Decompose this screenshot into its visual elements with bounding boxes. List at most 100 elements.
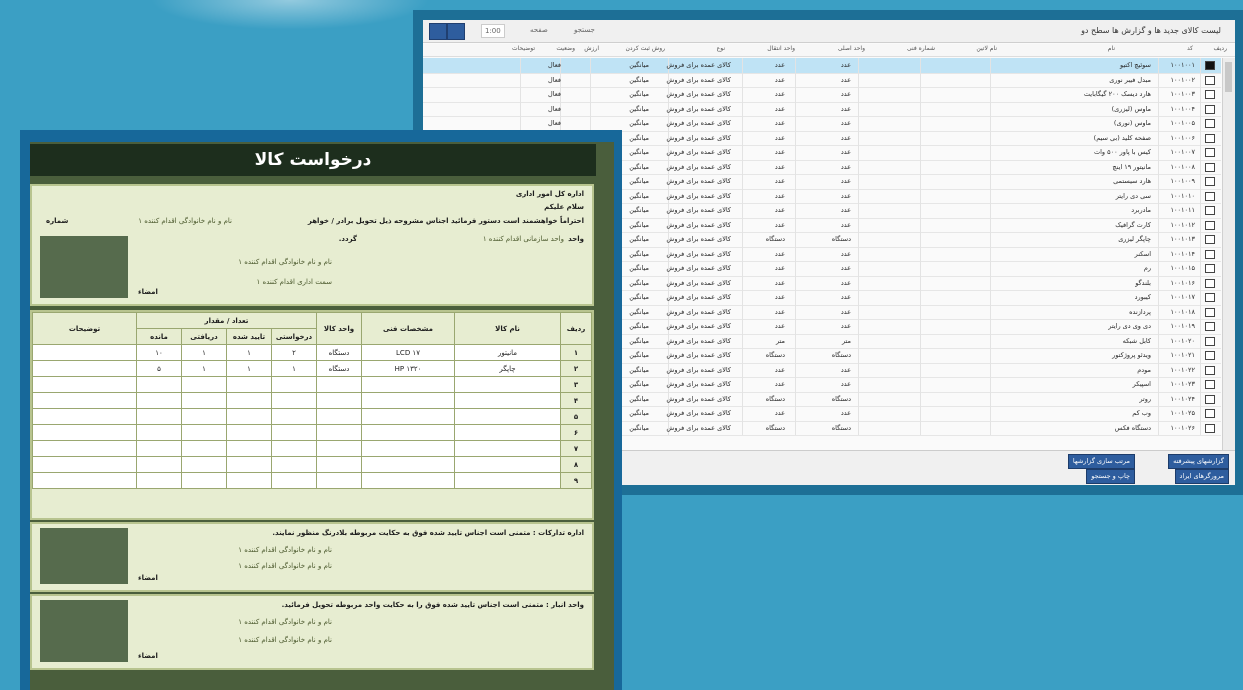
row-icon[interactable] [1205, 119, 1215, 128]
row-icon[interactable] [1205, 307, 1215, 317]
col-header[interactable]: روش ثبت کردن [625, 45, 665, 52]
cell-unit[interactable] [316, 456, 362, 473]
cell-received[interactable] [181, 376, 227, 393]
cell-name[interactable] [454, 408, 561, 425]
cell-unit[interactable] [316, 424, 362, 441]
row-icon[interactable] [1205, 104, 1215, 114]
cell-req[interactable] [271, 440, 317, 457]
cell-req[interactable] [271, 376, 317, 393]
cell-remain[interactable] [136, 392, 182, 409]
print-icon[interactable] [429, 23, 447, 40]
cell-spec[interactable] [361, 456, 455, 473]
col-header[interactable]: نوع [717, 45, 725, 52]
cell-received[interactable]: ۱ [181, 344, 227, 361]
col-header[interactable]: نام [1108, 45, 1115, 52]
scroll-thumb[interactable] [1225, 62, 1232, 92]
cell-desc[interactable] [32, 408, 137, 425]
cell-approved[interactable] [226, 392, 272, 409]
list-row[interactable]: ۱۰۰۱۰۰۴ ماوس (لیزری) عدد عدد کالای عمده برای… [423, 101, 1221, 117]
cell-desc[interactable] [32, 376, 137, 393]
cell-req[interactable] [271, 392, 317, 409]
row-icon[interactable] [1205, 322, 1215, 331]
cell-spec[interactable] [361, 392, 455, 409]
list-row[interactable]: ۱۰۰۱۰۰۱ سوئیچ اکتیو عدد عدد کالای عمده برای … [423, 58, 1221, 74]
row-icon[interactable] [1205, 90, 1215, 99]
cell-desc[interactable] [32, 440, 137, 457]
cell-approved[interactable] [226, 440, 272, 457]
list-row[interactable]: ۱۰۰۱۰۰۲ مبدل فیبر نوری عدد عدد کالای عمده بر… [423, 72, 1221, 88]
row-icon[interactable] [1205, 365, 1215, 375]
cell-spec[interactable] [361, 472, 455, 489]
cell-received[interactable] [181, 392, 227, 409]
col-header[interactable]: نام لاتین [976, 45, 997, 52]
col-header[interactable]: واحد اصلی [838, 45, 865, 52]
cell-spec[interactable] [361, 424, 455, 441]
cell-remain[interactable]: ۵ [136, 360, 182, 377]
row-icon[interactable] [1205, 162, 1215, 172]
row-icon[interactable] [1205, 336, 1215, 346]
cell-req[interactable] [271, 472, 317, 489]
cell-approved[interactable] [226, 456, 272, 473]
row-icon[interactable] [1205, 278, 1215, 288]
cell-desc[interactable] [32, 424, 137, 441]
sort-reports-button[interactable]: مرتب سازی گزارشها [1067, 454, 1135, 469]
col-header[interactable]: توضیحات [512, 45, 535, 52]
cell-desc[interactable] [32, 472, 137, 489]
cell-remain[interactable] [136, 376, 182, 393]
row-icon[interactable] [1205, 61, 1215, 70]
unit-value[interactable]: واحد سازمانی اقدام کننده ۱ [483, 235, 564, 243]
cell-received[interactable]: ۱ [181, 360, 227, 377]
cell-req[interactable]: ۲ [271, 344, 317, 361]
row-icon[interactable] [1205, 235, 1215, 244]
cell-remain[interactable] [136, 408, 182, 425]
cell-req[interactable] [271, 456, 317, 473]
cell-remain[interactable]: ۱۰ [136, 344, 182, 361]
cell-received[interactable] [181, 424, 227, 441]
row-icon[interactable] [1205, 148, 1215, 157]
cell-approved[interactable] [226, 376, 272, 393]
row-icon[interactable] [1205, 380, 1215, 389]
cell-spec[interactable] [361, 440, 455, 457]
cell-req[interactable] [271, 424, 317, 441]
export-icon[interactable] [447, 23, 465, 40]
cell-unit[interactable]: دستگاه [316, 360, 362, 377]
cell-name[interactable] [454, 424, 561, 441]
page-field[interactable]: 1:00 [481, 24, 505, 38]
cell-unit[interactable] [316, 392, 362, 409]
cell-approved[interactable] [226, 472, 272, 489]
row-icon[interactable] [1205, 249, 1215, 259]
cell-unit[interactable] [316, 472, 362, 489]
cell-name[interactable] [454, 472, 561, 489]
row-icon[interactable] [1205, 293, 1215, 302]
history-button[interactable]: مرورگرهای ایراد [1174, 469, 1229, 484]
cell-remain[interactable] [136, 440, 182, 457]
cell-unit[interactable]: دستگاه [316, 344, 362, 361]
cell-received[interactable] [181, 408, 227, 425]
cell-name[interactable] [454, 440, 561, 457]
cell-spec[interactable]: HP ۱۳۲۰ [361, 360, 455, 377]
row-icon[interactable] [1205, 351, 1215, 360]
row-icon[interactable] [1205, 264, 1215, 273]
cell-unit[interactable] [316, 440, 362, 457]
col-header[interactable]: ردیف [1214, 45, 1227, 52]
col-header[interactable]: شماره فنی [907, 45, 935, 52]
col-header[interactable]: کد [1187, 45, 1193, 52]
cell-unit[interactable] [316, 408, 362, 425]
vertical-scrollbar[interactable] [1222, 58, 1235, 451]
cell-name[interactable]: چاپگر [454, 360, 561, 377]
cell-spec[interactable] [361, 376, 455, 393]
cell-remain[interactable] [136, 456, 182, 473]
row-icon[interactable] [1205, 394, 1215, 404]
cell-name[interactable] [454, 456, 561, 473]
row-icon[interactable] [1205, 177, 1215, 186]
print-search-button[interactable]: چاپ و جستجو [1086, 469, 1135, 484]
cell-name[interactable] [454, 376, 561, 393]
cell-desc[interactable] [32, 344, 137, 361]
row-icon[interactable] [1205, 220, 1215, 230]
cell-received[interactable] [181, 456, 227, 473]
cell-approved[interactable] [226, 408, 272, 425]
row-icon[interactable] [1205, 206, 1215, 215]
cell-spec[interactable] [361, 408, 455, 425]
advanced-report-button[interactable]: گزارشهای پیشرفته [1168, 454, 1229, 469]
cell-desc[interactable] [32, 392, 137, 409]
